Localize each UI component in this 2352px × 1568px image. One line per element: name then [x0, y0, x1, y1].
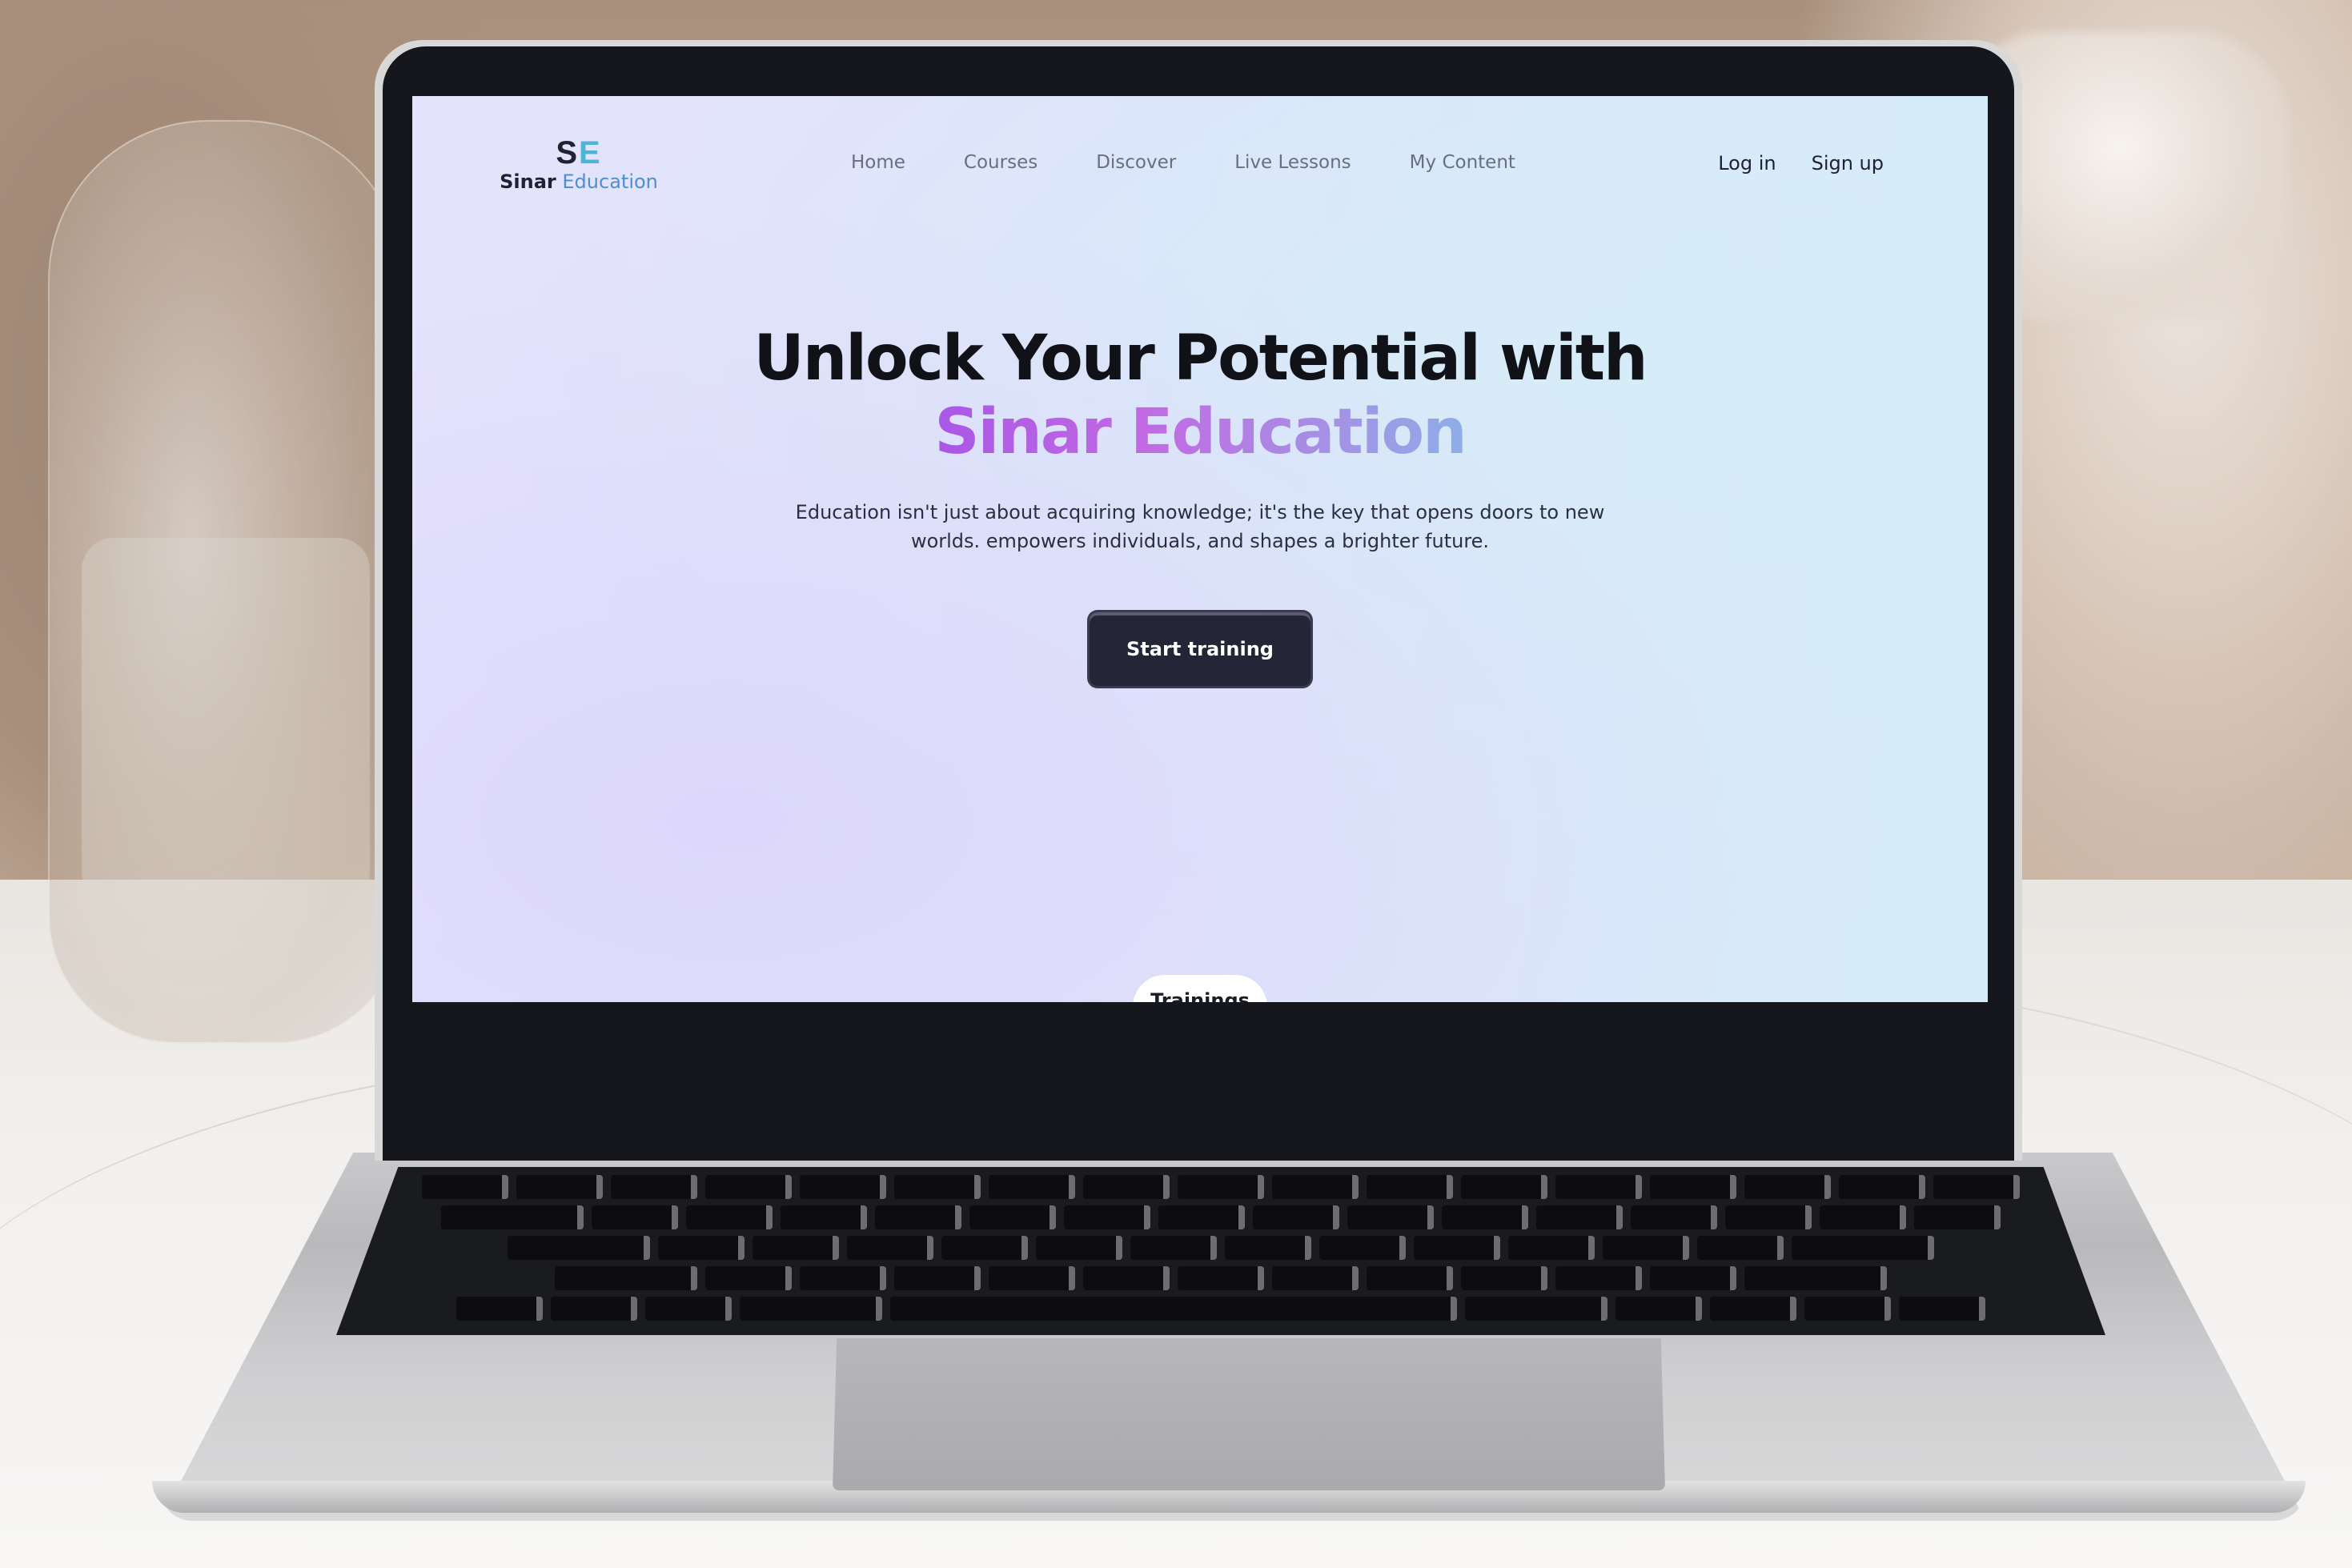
- nav-link-live-lessons[interactable]: Live Lessons: [1234, 152, 1351, 173]
- logo-wordmark: Sinar Education: [499, 170, 659, 194]
- logo-name-primary: Sinar: [500, 170, 556, 193]
- trainings-tab[interactable]: Trainings: [1133, 975, 1267, 1002]
- glass-vase: [48, 120, 403, 1044]
- hero-title: Unlock Your Potential with Sinar Educati…: [412, 322, 1988, 469]
- key-row: [336, 1205, 2105, 1229]
- logo-letter-e: E: [579, 135, 602, 170]
- auth-links: Log in Sign up: [1718, 152, 1884, 174]
- hero-subtitle: Education isn't just about acquiring kno…: [795, 501, 1605, 552]
- login-link[interactable]: Log in: [1718, 152, 1776, 174]
- logo-letter-s: S: [556, 135, 579, 170]
- key-row: [336, 1297, 2105, 1321]
- start-training-button[interactable]: Start training: [1090, 612, 1310, 686]
- laptop-screen: SE Sinar Education Home Courses Discover…: [412, 96, 1988, 1002]
- hero-title-line1: Unlock Your Potential with: [753, 323, 1648, 395]
- laptop-trackpad: [833, 1338, 1665, 1490]
- signup-link[interactable]: Sign up: [1812, 152, 1884, 174]
- site-header: SE Sinar Education Home Courses Discover…: [412, 96, 1988, 232]
- nav-link-my-content[interactable]: My Content: [1410, 152, 1515, 173]
- logo-monogram: SE: [499, 136, 659, 170]
- vase-water: [82, 538, 370, 986]
- nav-link-discover[interactable]: Discover: [1096, 152, 1176, 173]
- key-row: [336, 1266, 2105, 1290]
- brand-logo[interactable]: SE Sinar Education: [499, 136, 659, 194]
- laptop-keyboard: [336, 1167, 2105, 1335]
- key-row: [336, 1175, 2105, 1199]
- nav-link-courses[interactable]: Courses: [964, 152, 1038, 173]
- logo-name-secondary: Education: [562, 170, 658, 193]
- hero-title-accent: Sinar Education: [934, 396, 1467, 468]
- main-nav: Home Courses Discover Live Lessons My Co…: [851, 152, 1574, 173]
- nav-link-home[interactable]: Home: [851, 152, 905, 173]
- key-row: [336, 1236, 2105, 1260]
- photo-scene: SE Sinar Education Home Courses Discover…: [0, 0, 2352, 1568]
